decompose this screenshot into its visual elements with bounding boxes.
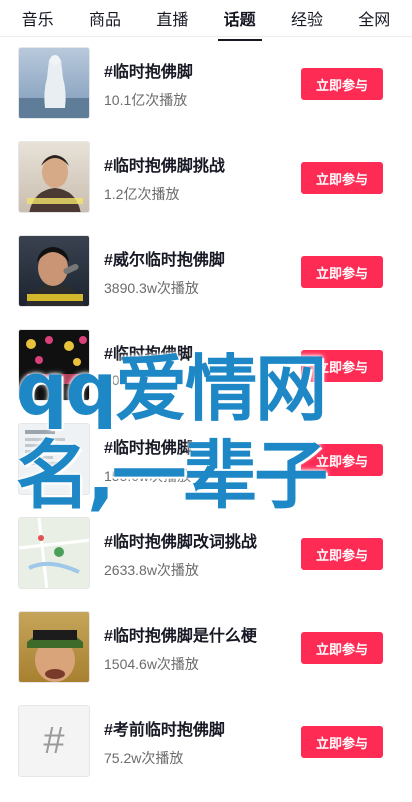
topic-title: #威尔临时抱佛脚 xyxy=(104,252,225,269)
tab-experience[interactable]: 经验 xyxy=(291,0,323,36)
flowers-thumbnail xyxy=(18,329,90,401)
map-thumbnail xyxy=(18,517,90,589)
topic-title: #临时抱佛脚 xyxy=(104,64,193,81)
topic-title: #临时抱佛脚改词挑战 xyxy=(104,534,257,551)
play-count: 3890.3w次播放 xyxy=(104,280,199,296)
topic-title: #临时抱佛脚是什么梗 xyxy=(104,628,257,645)
topic-row[interactable]: #临时抱佛脚是什么梗 1504.6w次播放 立即参与 xyxy=(0,601,412,695)
person-thumbnail xyxy=(18,141,90,213)
tab-products[interactable]: 商品 xyxy=(89,0,121,36)
join-button[interactable]: 立即参与 xyxy=(301,350,383,382)
join-button[interactable]: 立即参与 xyxy=(301,632,383,664)
cap-person-thumbnail xyxy=(18,611,90,683)
topic-title: #临时抱佛脚 xyxy=(104,440,193,457)
tab-live[interactable]: 直播 xyxy=(156,0,188,36)
topic-title: #考前临时抱佛脚 xyxy=(104,722,225,739)
topic-list: #临时抱佛脚 10.1亿次播放 立即参与 #临时抱佛脚挑战 1.2亿次播放 立即… xyxy=(0,37,412,789)
topic-title: #临时抱佛脚挑战 xyxy=(104,158,225,175)
singer-thumbnail xyxy=(18,235,90,307)
play-count: 105 xyxy=(104,372,128,388)
topic-row[interactable]: #临时抱佛脚 155.0w次播放 立即参与 xyxy=(0,413,412,507)
join-button[interactable]: 立即参与 xyxy=(301,444,383,476)
topic-title: #临时抱佛脚 xyxy=(104,346,193,363)
play-count: 1.2亿次播放 xyxy=(104,186,180,202)
topic-row[interactable]: # #考前临时抱佛脚 75.2w次播放 立即参与 xyxy=(0,695,412,789)
join-button[interactable]: 立即参与 xyxy=(301,256,383,288)
tab-music[interactable]: 音乐 xyxy=(22,0,54,36)
statue-thumbnail xyxy=(18,47,90,119)
topic-row[interactable]: #临时抱佛脚 105 立即参与 xyxy=(0,319,412,413)
topic-row[interactable]: #临时抱佛脚 10.1亿次播放 立即参与 xyxy=(0,37,412,131)
play-count: 10.1亿次播放 xyxy=(104,92,188,108)
category-tab-bar: 音乐 商品 直播 话题 经验 全网 xyxy=(0,0,412,41)
play-count: 155.0w次播放 xyxy=(104,468,192,484)
topic-row[interactable]: #威尔临时抱佛脚 3890.3w次播放 立即参与 xyxy=(0,225,412,319)
tab-all-web[interactable]: 全网 xyxy=(358,0,390,36)
join-button[interactable]: 立即参与 xyxy=(301,538,383,570)
join-button[interactable]: 立即参与 xyxy=(301,726,383,758)
join-button[interactable]: 立即参与 xyxy=(301,162,383,194)
play-count: 2633.8w次播放 xyxy=(104,562,199,578)
document-thumbnail xyxy=(18,423,90,495)
join-button[interactable]: 立即参与 xyxy=(301,68,383,100)
tab-topics[interactable]: 话题 xyxy=(217,0,262,41)
hashtag-icon: # xyxy=(18,705,90,777)
play-count: 75.2w次播放 xyxy=(104,750,184,766)
topic-row[interactable]: #临时抱佛脚改词挑战 2633.8w次播放 立即参与 xyxy=(0,507,412,601)
topic-row[interactable]: #临时抱佛脚挑战 1.2亿次播放 立即参与 xyxy=(0,131,412,225)
play-count: 1504.6w次播放 xyxy=(104,656,199,672)
